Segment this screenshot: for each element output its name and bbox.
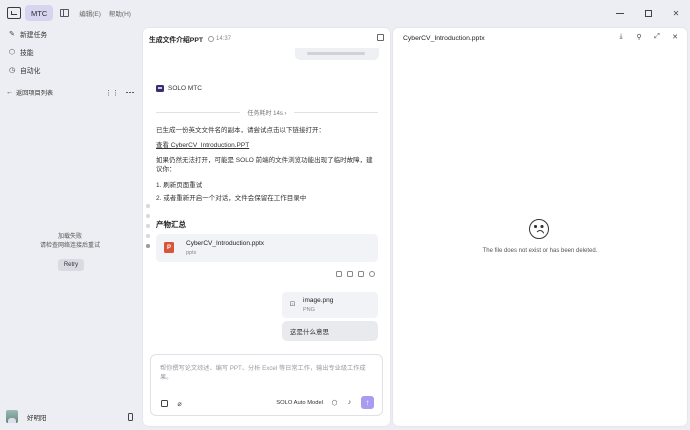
output-file-name: CyberCV_Introduction.pptx xyxy=(186,240,265,247)
minimize-icon xyxy=(616,12,624,14)
reply-line-1: 已生成一份英文文件名的副本，请尝试点击以下链接打开： xyxy=(156,127,325,134)
more-options-icon[interactable] xyxy=(126,91,134,94)
attached-image-ext: PNG xyxy=(303,307,315,313)
cube-icon[interactable]: ⬡ xyxy=(331,399,338,407)
output-file-ext: pptx xyxy=(186,250,197,256)
message-actions xyxy=(336,271,375,277)
sidebar-item-label: 自动化 xyxy=(20,68,41,75)
expand-icon[interactable]: ⤢ xyxy=(653,33,661,41)
menu-help[interactable]: 帮助(H) xyxy=(109,8,131,18)
window-controls: ✕ xyxy=(606,0,690,26)
previous-message-bubble xyxy=(295,48,379,60)
layout-toggle-icon[interactable]: ⋮⋮ xyxy=(105,89,119,97)
download-icon[interactable]: ⤓ xyxy=(617,33,625,41)
sidebar-item-new-task[interactable]: ✎ 新建任务 xyxy=(8,29,47,39)
preview-title: CyberCV_Introduction.pptx xyxy=(403,35,485,42)
bot-name: SOLO MTC xyxy=(168,85,202,92)
user-message-bubble: 这是什么意思 xyxy=(282,321,378,341)
pin-icon[interactable]: ⚲ xyxy=(635,33,643,41)
copy-icon[interactable] xyxy=(358,271,364,277)
arrow-up-icon: ↑ xyxy=(365,398,370,407)
clock-icon: ◷ xyxy=(8,67,16,74)
close-icon: ✕ xyxy=(672,8,680,18)
sad-face-icon xyxy=(529,219,549,239)
chat-time-text: 14:37 xyxy=(216,36,232,42)
chat-input-placeholder[interactable]: 帮你撰写论文综述、编写 PPT、分析 Excel 等日常工作，输出专业级工作成果… xyxy=(160,364,370,382)
file-preview-panel: CyberCV_Introduction.pptx ⤓ ⚲ ⤢ ✕ The fi… xyxy=(393,28,687,426)
mobile-device-icon[interactable] xyxy=(128,412,133,421)
view-file-link[interactable]: 查看 CyberCV_Introduction.PPT xyxy=(156,141,249,150)
sidebar-item-automation[interactable]: ◷ 自动化 xyxy=(8,65,40,75)
maximize-button[interactable] xyxy=(634,0,662,26)
back-to-projects-row: ← 返回项目列表 ⋮⋮ xyxy=(6,88,134,97)
skills-icon: ⬡ xyxy=(8,49,16,56)
microphone-icon[interactable]: ♪ xyxy=(346,399,353,406)
avatar[interactable] xyxy=(6,410,18,423)
arrow-left-icon[interactable]: ← xyxy=(6,89,13,96)
chat-header: 生成文件介绍PPT 14:37 xyxy=(149,34,231,44)
sidebar: ✎ 新建任务 ⬡ 技能 ◷ 自动化 ← 返回项目列表 ⋮⋮ 加载失败 请检查网络… xyxy=(0,26,140,430)
thumbs-down-icon[interactable] xyxy=(347,271,353,277)
load-error-title: 加载失败 xyxy=(57,234,82,240)
timeline-dot[interactable] xyxy=(146,224,150,228)
retry-button[interactable]: Retry xyxy=(58,259,84,271)
sidebar-item-skills[interactable]: ⬡ 技能 xyxy=(8,47,34,57)
bot-identity: SOLO MTC xyxy=(156,85,202,92)
preview-error-message: The file does not exist or has been dele… xyxy=(482,248,598,254)
timeline-dot[interactable] xyxy=(146,214,150,218)
bot-logo-icon xyxy=(156,85,164,92)
title-bar: MTC 编辑(E) 帮助(H) ✕ xyxy=(0,0,690,26)
attached-image-name: image.png xyxy=(303,297,334,304)
close-button[interactable]: ✕ xyxy=(662,0,690,26)
close-icon[interactable]: ✕ xyxy=(671,33,679,41)
user-message-text: 这是什么意思 xyxy=(290,329,329,336)
timeline-dot[interactable] xyxy=(146,204,150,208)
preview-toolbar: ⤓ ⚲ ⤢ ✕ xyxy=(617,33,679,41)
input-left-tools: ⌀ xyxy=(161,400,183,408)
app-switcher[interactable]: MTC xyxy=(25,5,54,21)
timeline-dot-active[interactable] xyxy=(146,244,150,248)
load-error-hint: 请检查网络连接后重试 xyxy=(39,243,100,249)
chat-panel: 生成文件介绍PPT 14:37 SOLO MTC 任务耗时 14s › 已生成一… xyxy=(143,28,390,426)
input-right-tools: SOLO Auto Model ⬡ ♪ ↑ xyxy=(276,396,374,409)
reply-line-2: 如果仍然无法打开，可能是 SOLO 前端的文件浏览功能出现了临时故障，建议你： xyxy=(156,157,373,173)
minimize-button[interactable] xyxy=(606,0,634,26)
thumbs-up-icon[interactable] xyxy=(336,271,342,277)
chat-input-box[interactable]: 帮你撰写论文综述、编写 PPT、分析 Excel 等日常工作，输出专业级工作成果… xyxy=(150,354,383,416)
attached-image-card[interactable]: ⊡ image.png PNG xyxy=(282,292,378,318)
user-profile[interactable]: 好明阳 xyxy=(6,410,134,423)
menu-edit[interactable]: 编辑(E) xyxy=(79,8,101,18)
sidebar-item-label: 技能 xyxy=(20,50,34,57)
maximize-icon xyxy=(644,9,652,17)
ppt-file-icon: P xyxy=(164,242,174,253)
chat-title: 生成文件介绍PPT xyxy=(149,37,203,44)
reply-step-2: 2. 或者重新开启一个对话，文件会保留在工作目录中 xyxy=(156,195,307,202)
image-upload-icon[interactable] xyxy=(161,400,168,407)
chat-timestamp: 14:37 xyxy=(208,36,231,42)
timeline-dot[interactable] xyxy=(146,234,150,238)
task-duration-divider[interactable]: 任务耗时 14s › xyxy=(156,108,378,117)
paperclip-icon[interactable]: ⌀ xyxy=(176,400,183,408)
sidebar-item-label: 新建任务 xyxy=(20,32,48,39)
load-error-message: 加载失败 请检查网络连接后重试 xyxy=(0,233,140,251)
model-selector[interactable]: SOLO Auto Model xyxy=(276,400,323,406)
user-name: 好明阳 xyxy=(27,414,47,422)
output-file-card[interactable]: P CyberCV_Introduction.pptx pptx xyxy=(156,234,378,262)
task-duration[interactable]: 任务耗时 14s › xyxy=(156,108,378,117)
sidebar-toggle-icon[interactable] xyxy=(60,9,70,17)
output-summary-heading: 产物汇总 xyxy=(156,220,186,229)
edit-icon: ✎ xyxy=(9,31,15,38)
regenerate-icon[interactable] xyxy=(369,271,375,277)
clock-icon xyxy=(208,36,214,42)
panel-layout-icon[interactable] xyxy=(377,34,384,41)
send-button[interactable]: ↑ xyxy=(361,396,374,409)
reply-step-1: 1. 刷新页面重试 xyxy=(156,182,203,189)
app-logo-icon xyxy=(7,7,21,19)
back-to-projects-link[interactable]: 返回项目列表 xyxy=(16,88,53,97)
image-file-icon: ⊡ xyxy=(289,301,296,308)
